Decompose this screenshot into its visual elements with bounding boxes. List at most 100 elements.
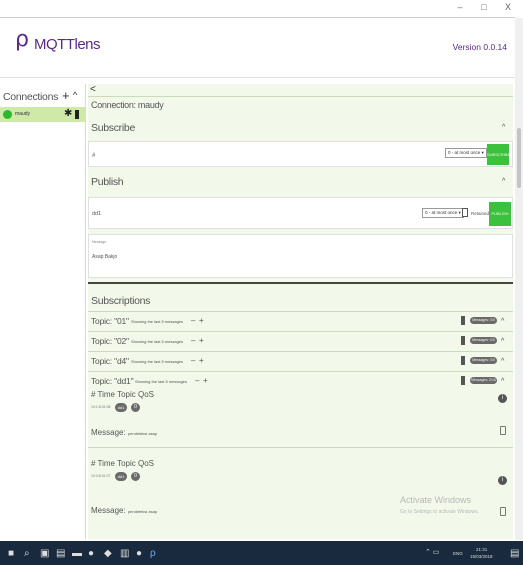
version-label: Version 0.0.14	[452, 42, 507, 52]
divider	[88, 447, 513, 448]
topic-row-02[interactable]: Topic: "02" Showing the last 5 messages …	[88, 333, 513, 348]
subscribe-title: Subscribe	[91, 122, 135, 134]
gear-icon[interactable]: ✱	[64, 108, 72, 119]
main-panel: < Connection: maudy Subscribe ^ # 0 - at…	[88, 84, 513, 539]
retained-checkbox[interactable]	[462, 208, 468, 217]
increase-icon[interactable]: +	[199, 316, 204, 325]
language-indicator[interactable]: ENG	[453, 551, 463, 556]
decrease-icon[interactable]: –	[195, 376, 199, 385]
increase-icon[interactable]: +	[203, 376, 208, 385]
back-button[interactable]: <	[90, 84, 96, 95]
subscribe-qos-select[interactable]: 0 - at most once ▾	[445, 148, 487, 158]
message-header: # Time Topic QoS	[91, 459, 154, 468]
divider	[88, 96, 513, 97]
message-content: Message: pendeteksi asap	[91, 506, 157, 515]
file-explorer-icon[interactable]: ▬	[72, 548, 82, 559]
publish-button[interactable]: PUBLISH	[489, 202, 511, 226]
collapse-publish-icon[interactable]: ^	[502, 178, 505, 185]
chevron-up-icon[interactable]: ^	[501, 378, 504, 385]
divider	[88, 371, 513, 372]
app-icon[interactable]: ●	[136, 548, 142, 559]
message-header: # Time Topic QoS	[91, 390, 154, 399]
topic-showing: Showing the last 5 messages	[131, 319, 184, 324]
collapse-subscribe-icon[interactable]: ^	[502, 124, 505, 131]
scrollbar-thumb[interactable]	[517, 128, 521, 188]
increase-icon[interactable]: +	[199, 356, 204, 365]
info-icon[interactable]: i	[498, 394, 507, 403]
mqttlens-logo-icon: ρ	[15, 27, 29, 52]
chevron-up-icon[interactable]: ^	[501, 318, 504, 325]
message-value: pendeteksi asap	[127, 431, 158, 436]
message-timestamp: 19:1:8:31:08	[91, 405, 111, 409]
topic-name: Topic: "02"	[91, 336, 129, 346]
vertical-scrollbar[interactable]	[515, 18, 523, 540]
trash-icon[interactable]	[461, 376, 465, 385]
messages-badge: Messages: 0/0	[470, 337, 497, 344]
search-icon[interactable]: ⌕	[24, 548, 30, 559]
decrease-icon[interactable]: –	[191, 356, 195, 365]
divider	[88, 311, 513, 312]
decrease-icon[interactable]: –	[191, 336, 195, 345]
chevron-up-icon[interactable]: ^	[501, 338, 504, 345]
subscribe-row: # 0 - at most once ▾ SUBSCRIBE	[88, 141, 513, 167]
message-label: Message:	[91, 428, 126, 437]
chevron-up-icon[interactable]: ^	[501, 358, 504, 365]
activate-windows-title: Activate Windows	[400, 495, 472, 505]
taskbar: ■ ⌕ ▣ ▤ ▬ ● ◆ ▥ ● ρ ⌃ ▭ ENG 21:31 15/03/…	[0, 541, 523, 565]
task-view-icon[interactable]: ▣	[40, 548, 49, 559]
mqttlens-taskbar-icon[interactable]: ρ	[150, 548, 156, 559]
trash-icon[interactable]	[461, 316, 465, 325]
retained-label: Retained	[471, 211, 490, 216]
app-title: MQTTlens	[34, 36, 101, 53]
messages-badge: Messages: 0/0	[470, 357, 497, 364]
decrease-icon[interactable]: –	[191, 316, 195, 325]
message-textarea[interactable]: Asap Bakjo	[92, 254, 117, 260]
topic-showing: Showing the last 5 messages	[131, 359, 184, 364]
messages-badge: Messages: 2/16	[470, 377, 497, 384]
subscriptions-title: Subscriptions	[91, 295, 151, 307]
topic-name: Topic: "dd1"	[91, 376, 134, 386]
divider	[88, 351, 513, 352]
app-icon[interactable]: ▥	[120, 548, 129, 559]
qos-badge: 0	[131, 403, 140, 412]
topic-row-d4[interactable]: Topic: "d4" Showing the last 5 messages …	[88, 353, 513, 368]
increase-icon[interactable]: +	[199, 336, 204, 345]
copy-icon[interactable]	[500, 507, 506, 516]
notifications-icon[interactable]: ▤	[510, 548, 519, 559]
trash-icon[interactable]	[75, 110, 79, 119]
copy-icon[interactable]	[500, 426, 506, 435]
connection-item-maudy[interactable]: maudy ✱	[0, 107, 86, 122]
tray-icons[interactable]: ⌃ ▭	[425, 548, 439, 556]
publish-title: Publish	[91, 176, 124, 188]
divider	[88, 331, 513, 332]
message-value: pendeteksi asap	[127, 509, 158, 514]
message-box[interactable]: Message Asap Bakjo	[88, 234, 513, 278]
message-label: Message	[92, 240, 107, 244]
connections-sidebar: Connections + ^ maudy ✱	[0, 84, 86, 539]
app-icon[interactable]: ▤	[56, 548, 65, 559]
activate-windows-subtitle: Go to Settings to activate Windows.	[400, 509, 479, 515]
header-divider	[0, 77, 515, 78]
publish-qos-select[interactable]: 0 - at most once ▾	[422, 208, 464, 218]
subscribe-topic-input[interactable]: #	[92, 153, 95, 159]
topic-row-dd1[interactable]: Topic: "dd1" Showing the last 5 messages…	[88, 373, 513, 388]
window-controls[interactable]: – □ X	[458, 2, 519, 12]
topic-showing: Showing the last 5 messages	[131, 339, 184, 344]
topic-row-01[interactable]: Topic: "01" Showing the last 5 messages …	[88, 313, 513, 328]
collapse-connections-button[interactable]: ^	[73, 90, 77, 100]
topic-pill: dd1	[115, 403, 127, 412]
connection-name: maudy	[15, 111, 31, 117]
windows-start-icon[interactable]: ■	[8, 548, 14, 559]
trash-icon[interactable]	[461, 336, 465, 345]
app-icon[interactable]: ◆	[104, 548, 112, 559]
clock-date: 15/03/2018	[470, 554, 493, 559]
chrome-icon[interactable]: ●	[88, 548, 94, 559]
info-icon[interactable]: i	[498, 476, 507, 485]
topic-name: Topic: "d4"	[91, 356, 129, 366]
publish-topic-input[interactable]: dd1	[92, 211, 101, 217]
connection-label: Connection: maudy	[91, 100, 164, 110]
trash-icon[interactable]	[461, 356, 465, 365]
subscribe-button[interactable]: SUBSCRIBE	[487, 144, 510, 165]
add-connection-button[interactable]: +	[62, 88, 70, 103]
clock-time: 21:31	[476, 547, 488, 552]
